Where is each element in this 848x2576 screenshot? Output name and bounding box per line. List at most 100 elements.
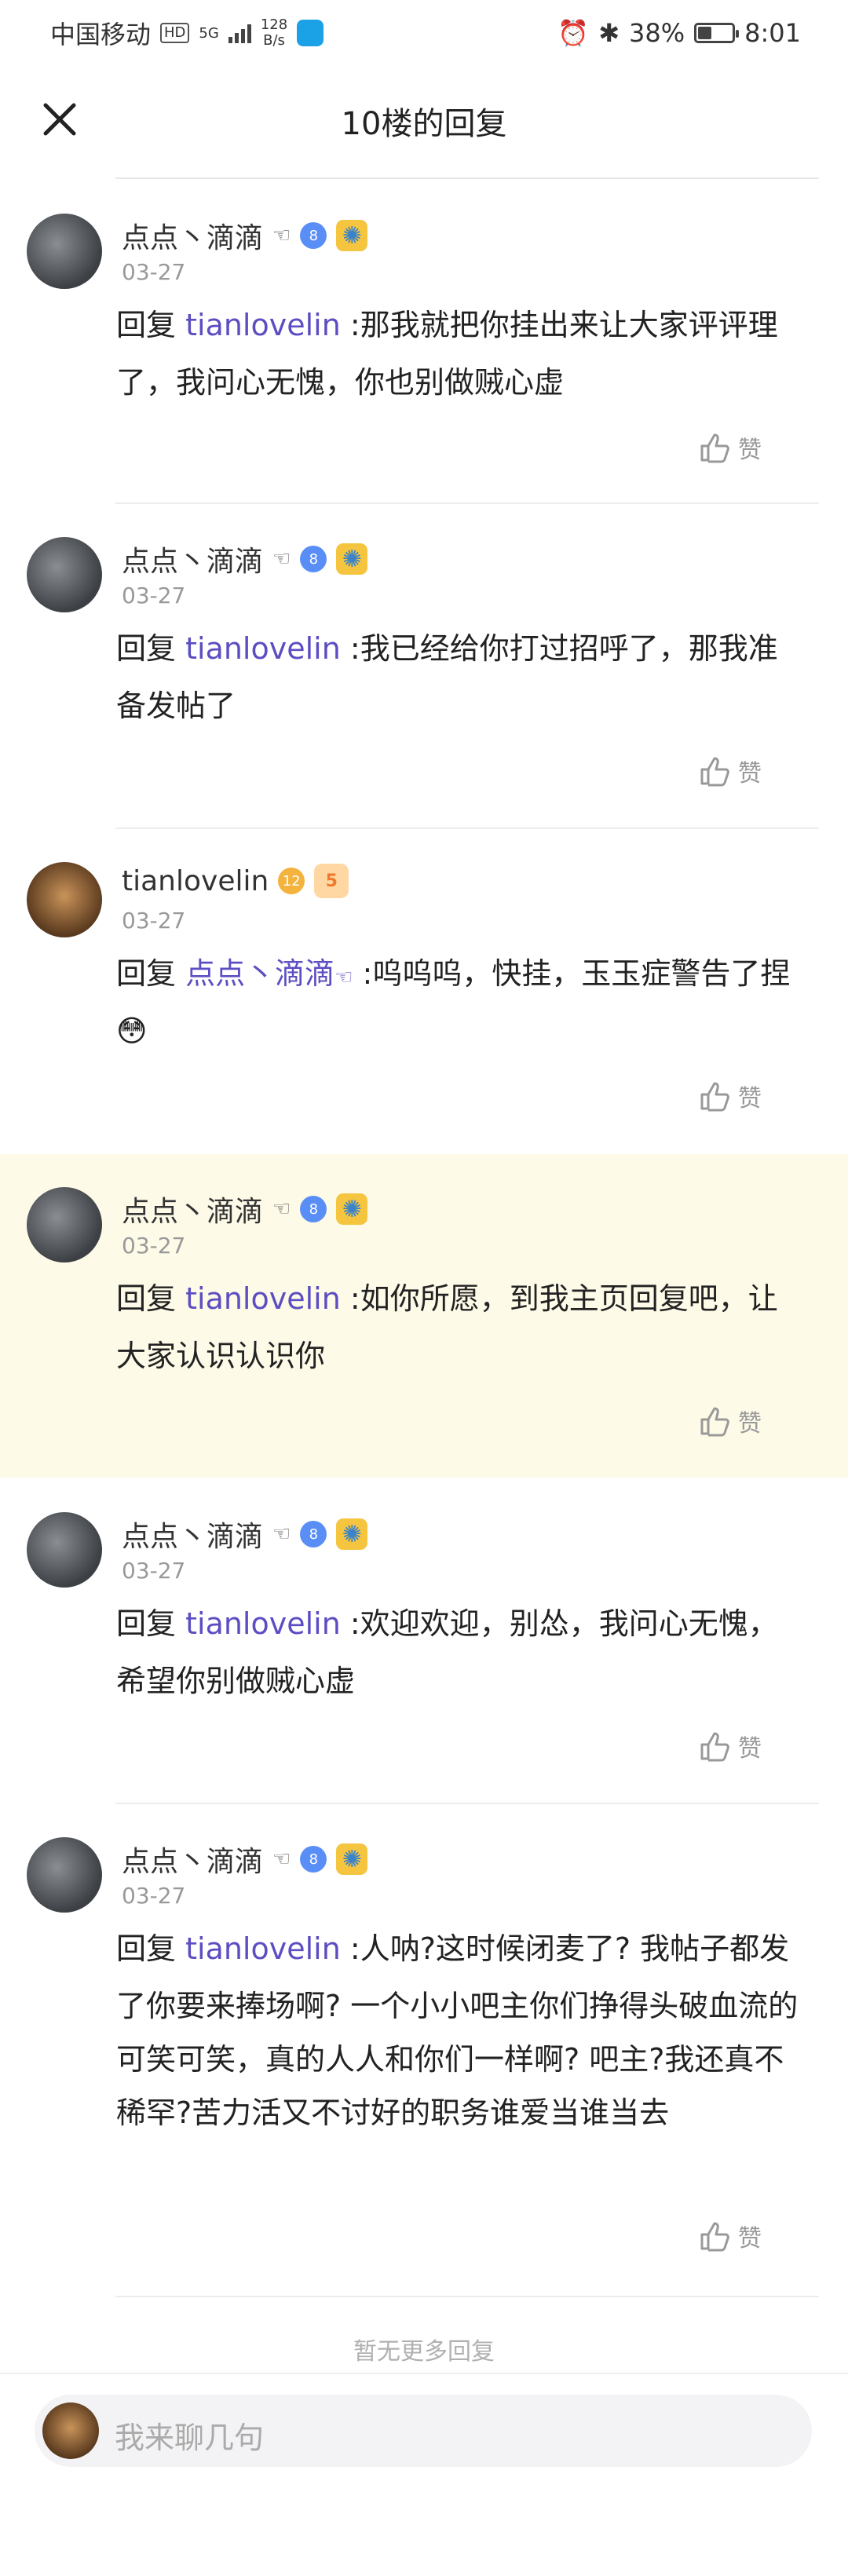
like-button[interactable]: 赞 — [696, 1727, 762, 1765]
pointing-hand-icon: ☜ — [272, 224, 291, 247]
mention-link[interactable]: tianlovelin — [185, 1931, 341, 1966]
mention-link[interactable]: tianlovelin — [185, 1281, 341, 1316]
mention-link[interactable]: 点点丶滴滴 — [185, 956, 334, 991]
level-badge: 12 — [278, 868, 305, 894]
emoji: 😳 — [116, 1014, 148, 1048]
reply-prefix: 回复 — [116, 308, 177, 342]
bluetooth-icon: ✱ — [598, 18, 620, 48]
close-icon[interactable] — [35, 94, 85, 144]
gear-badge-icon: ✺ — [336, 220, 368, 251]
reply-input-placeholder: 我来聊几句 — [115, 2421, 265, 2455]
thumbs-up-icon — [700, 1082, 729, 1112]
thumbs-up-icon — [700, 2222, 729, 2252]
level-badge: 8 — [300, 1521, 327, 1547]
like-button[interactable]: 赞 — [696, 752, 762, 790]
reply-item[interactable]: 点点丶滴滴 ☜ 8 ✺ 03-27 回复 tianlovelin :欢迎欢迎，别… — [0, 1479, 848, 1803]
reply-content: 回复 点点丶滴滴☜ :呜呜呜，快挂，玉玉症警告了捏 😳 — [116, 947, 807, 1058]
page-title: 10楼的回复 — [341, 106, 507, 142]
reply-prefix: 回复 — [116, 1281, 177, 1316]
avatar[interactable] — [27, 1837, 102, 1913]
avatar[interactable] — [27, 1512, 102, 1588]
mention-hand-icon: ☜ — [334, 966, 353, 989]
like-label: 赞 — [738, 437, 762, 464]
avatar[interactable] — [27, 1187, 102, 1262]
mention-link[interactable]: tianlovelin — [185, 631, 341, 666]
battery-icon — [694, 23, 740, 43]
reply-item[interactable]: tianlovelin 12 5 03-27 回复 点点丶滴滴☜ :呜呜呜，快挂… — [0, 829, 848, 1153]
thumbs-up-icon — [700, 757, 729, 787]
reply-item[interactable]: 点点丶滴滴 ☜ 8 ✺ 03-27 回复 tianlovelin :我已经给你打… — [0, 504, 848, 828]
pointing-hand-icon: ☜ — [272, 1847, 291, 1871]
mention-link[interactable]: tianlovelin — [185, 308, 341, 342]
reply-item-highlighted[interactable]: 点点丶滴滴 ☜ 8 ✺ 03-27 回复 tianlovelin :如你所愿，到… — [0, 1154, 848, 1478]
battery-percent: 38% — [629, 18, 685, 48]
like-button[interactable]: 赞 — [696, 1402, 762, 1440]
level-badge: 8 — [300, 222, 327, 249]
level-badge: 8 — [300, 1846, 327, 1873]
divider — [115, 2296, 819, 2297]
username[interactable]: 点点丶滴滴 — [122, 1839, 263, 1880]
avatar[interactable] — [27, 862, 102, 937]
thumbs-up-icon — [700, 1407, 729, 1437]
network-speed-value: 128 — [260, 16, 288, 33]
thumbs-up-icon — [700, 433, 729, 463]
username[interactable]: 点点丶滴滴 — [122, 1514, 263, 1555]
reply-prefix: 回复 — [116, 631, 177, 666]
avatar — [42, 2402, 99, 2459]
reply-content: 回复 tianlovelin :人呐?这时候闭麦了? 我帖子都发了你要来捧场啊?… — [116, 1922, 807, 2139]
reply-item[interactable]: 点点丶滴滴 ☜ 8 ✺ 03-27 回复 tianlovelin :人呐?这时候… — [0, 1804, 848, 2293]
level-badge: 8 — [300, 546, 327, 572]
avatar[interactable] — [27, 537, 102, 612]
like-label: 赞 — [738, 2225, 762, 2253]
reply-date: 03-27 — [122, 1233, 186, 1259]
reply-content: 回复 tianlovelin :欢迎欢迎，别怂，我问心无愧，希望你别做贼心虚 — [116, 1597, 807, 1708]
level-badge: 8 — [300, 1196, 327, 1222]
thumbs-up-icon — [700, 1732, 729, 1762]
reply-date: 03-27 — [122, 1883, 186, 1909]
reply-item[interactable]: 点点丶滴滴 ☜ 8 ✺ 03-27 回复 tianlovelin :那我就把你挂… — [0, 181, 848, 504]
gear-badge-icon: ✺ — [336, 1843, 368, 1875]
signal-icon — [228, 23, 251, 43]
like-label: 赞 — [738, 1735, 762, 1763]
reply-content: 回复 tianlovelin :我已经给你打过招呼了，那我准备发帖了 — [116, 622, 807, 733]
like-label: 赞 — [738, 1085, 762, 1113]
carrier-label: 中国移动 — [50, 20, 152, 49]
reply-prefix: 回复 — [116, 956, 177, 991]
like-button[interactable]: 赞 — [696, 429, 762, 466]
username[interactable]: 点点丶滴滴 — [122, 1189, 263, 1230]
like-label: 赞 — [738, 1410, 762, 1438]
gear-badge-icon: ✺ — [336, 1518, 368, 1550]
no-more-replies-label: 暂无更多回复 — [353, 2338, 495, 2366]
alarm-icon: ⏰ — [557, 18, 590, 48]
reply-content: 回复 tianlovelin :如你所愿，到我主页回复吧，让大家认识认识你 — [116, 1272, 807, 1383]
network-speed-unit: B/s — [263, 32, 285, 49]
reply-text: :呜呜呜，快挂，玉玉症警告了捏 — [353, 956, 791, 991]
like-button[interactable]: 赞 — [696, 2217, 762, 2255]
like-label: 赞 — [738, 760, 762, 787]
gear-badge-icon: ✺ — [336, 543, 368, 575]
reply-prefix: 回复 — [116, 1931, 177, 1966]
reply-input[interactable]: 我来聊几句 — [35, 2395, 812, 2467]
hand-badge-icon: 5 — [314, 864, 349, 898]
username[interactable]: 点点丶滴滴 — [122, 215, 263, 256]
username[interactable]: tianlovelin — [122, 865, 269, 897]
like-button[interactable]: 赞 — [696, 1077, 762, 1115]
network-speed: 128 B/s — [261, 17, 287, 49]
reply-date: 03-27 — [122, 908, 186, 934]
clock-time: 8:01 — [744, 18, 801, 48]
status-bar: 中国移动 HD 5G 128 B/s ⏰ ✱ 38% 8:01 — [0, 0, 848, 66]
mention-link[interactable]: tianlovelin — [185, 1606, 341, 1641]
pointing-hand-icon: ☜ — [272, 1197, 291, 1221]
page-header: 10楼的回复 — [0, 66, 848, 176]
reply-date: 03-27 — [122, 259, 186, 285]
reply-date: 03-27 — [122, 583, 186, 608]
avatar[interactable] — [27, 214, 102, 289]
notification-app-icon — [297, 20, 324, 46]
pointing-hand-icon: ☜ — [272, 1522, 291, 1546]
reply-prefix: 回复 — [116, 1606, 177, 1641]
reply-content: 回复 tianlovelin :那我就把你挂出来让大家评评理了，我问心无愧，你也… — [116, 298, 807, 409]
username[interactable]: 点点丶滴滴 — [122, 539, 263, 579]
hd-icon: HD — [160, 23, 190, 43]
reply-date: 03-27 — [122, 1558, 186, 1584]
reply-input-bar: 我来聊几句 — [0, 2373, 848, 2576]
